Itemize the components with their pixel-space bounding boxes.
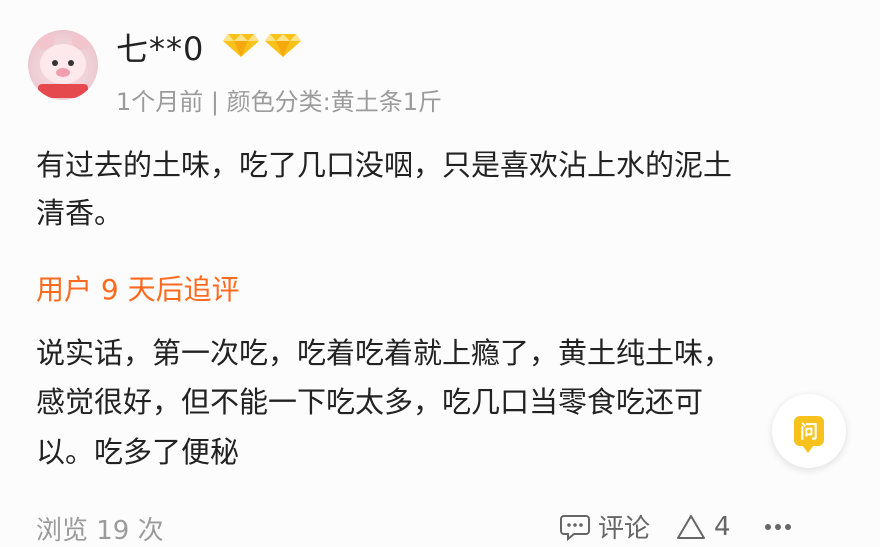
diamond-icon [223, 34, 259, 57]
avatar-scarf [38, 84, 88, 98]
avatar-snout [56, 68, 70, 77]
member-badges [222, 32, 302, 58]
comment-text-line: 有过去的土味，吃了几口没咽，只是喜欢沾上水的泥土 [36, 148, 733, 182]
comment-time: 1个月前 [116, 88, 204, 116]
comment-bubble-icon [560, 514, 590, 541]
avatar-eye [68, 60, 74, 66]
product-spec: 颜色分类:黄土条1斤 [226, 88, 443, 116]
username[interactable]: 七**0 [116, 24, 204, 70]
diamond-icon [265, 34, 301, 57]
avatar-face [40, 44, 86, 84]
ask-icon: 问 [794, 416, 824, 453]
followup-text-line: 感觉很好，但不能一下吃太多，吃几口当零食吃还可 [36, 385, 704, 419]
like-count: 4 [714, 511, 731, 542]
avatar[interactable] [28, 30, 98, 100]
comment-text-line: 清香。 [36, 196, 124, 230]
like-button[interactable]: 4 [676, 512, 731, 542]
comment-meta: 1个月前 | 颜色分类:黄土条1斤 [116, 82, 442, 117]
thumbs-up-icon [677, 514, 706, 539]
more-options-icon[interactable] [764, 523, 791, 530]
avatar-eye [52, 60, 58, 66]
ask-button[interactable]: 问 [772, 394, 846, 468]
comment-label: 评论 [598, 514, 651, 544]
view-count: 浏览 19 次 [36, 516, 164, 546]
followup-label: 用户 9 天后追评 [36, 273, 240, 306]
comment-actions: 评论 4 [560, 508, 791, 545]
ask-label: 问 [800, 422, 818, 443]
meta-separator: | [210, 88, 220, 116]
comment-button[interactable]: 评论 [560, 508, 650, 545]
followup-text-line: 说实话，第一次吃，吃着吃着就上瘾了，黄土纯土味， [36, 336, 733, 370]
followup-text-line: 以。吃多了便秘 [36, 435, 240, 469]
